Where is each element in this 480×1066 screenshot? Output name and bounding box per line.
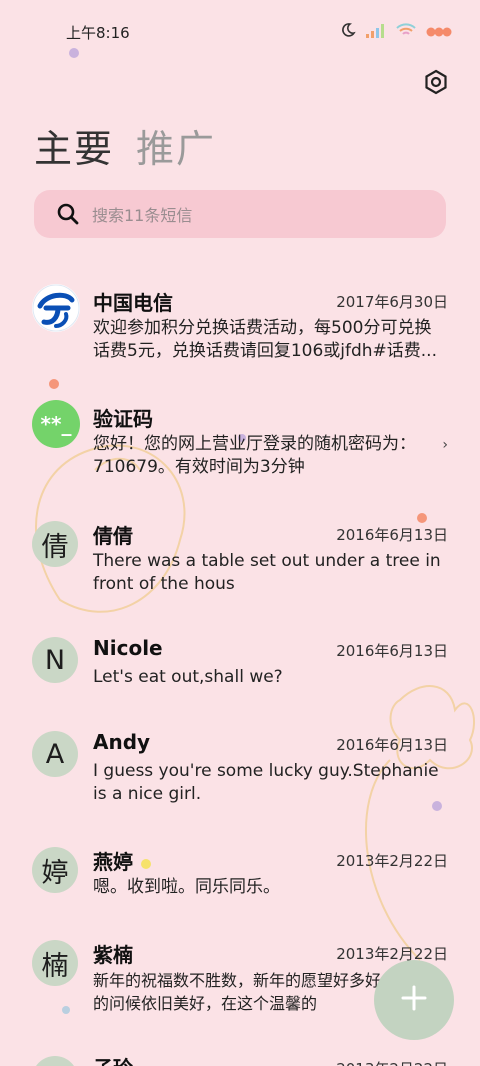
search-placeholder: 搜索11条短信	[92, 206, 193, 225]
message-preview: Let's eat out,shall we?	[93, 667, 283, 687]
contact-name: 燕婷	[93, 850, 133, 874]
contact-name: 紫楠	[93, 943, 133, 967]
message-date: 2016年6月13日	[336, 526, 448, 544]
plus-icon	[400, 984, 428, 1016]
new-message-button[interactable]	[374, 960, 454, 1040]
message-preview: I guess you're some lucky guy.Stephanie …	[93, 761, 439, 804]
search-icon	[56, 202, 80, 226]
contact-name: 中国电信	[93, 291, 173, 315]
avatar: N	[32, 637, 78, 683]
avatar: **_	[32, 400, 80, 448]
china-telecom-logo	[32, 284, 80, 332]
message-date: 2013年2月22日	[336, 1058, 448, 1066]
conversation-row[interactable]: **_ 验证码 › 您好！您的网上营业厅登录的随机密码为：710679。有效时间…	[0, 400, 480, 490]
avatar: 楠	[32, 940, 78, 986]
settings-icon	[422, 69, 450, 100]
search-bar[interactable]: 搜索11条短信	[34, 190, 446, 238]
contact-name: 倩倩	[93, 524, 133, 548]
message-date: 2013年2月22日	[336, 945, 448, 963]
status-icons	[340, 22, 452, 42]
conversation-row[interactable]: 玲 子玲 2013年2月22日	[0, 1050, 480, 1066]
settings-button[interactable]	[422, 68, 450, 96]
tab-promotions[interactable]: 推广	[136, 118, 216, 173]
contact-name: Nicole	[93, 636, 163, 660]
tab-bar: 主要 推广	[34, 118, 216, 173]
message-date: 2013年2月22日	[336, 852, 448, 870]
conversation-row[interactable]: N Nicole 2016年6月13日 Let's eat out,shall …	[0, 633, 480, 703]
avatar: 婷	[32, 847, 78, 893]
avatar: 玲	[32, 1056, 78, 1066]
avatar: A	[32, 731, 78, 777]
status-bar: 上午8:16	[0, 0, 480, 60]
tab-primary[interactable]: 主要	[34, 118, 114, 173]
message-date: 2016年6月13日	[336, 736, 448, 754]
message-preview: 嗯。收到啦。同乐同乐。	[93, 877, 280, 897]
avatar: 倩	[32, 521, 78, 567]
contact-name: Andy	[93, 730, 151, 754]
conversation-row[interactable]: 婷 燕婷 2013年2月22日 嗯。收到啦。同乐同乐。	[0, 843, 480, 913]
message-date: 2016年6月13日	[336, 642, 448, 660]
moon-icon	[340, 22, 356, 42]
message-preview: 欢迎参加积分兑换话费活动，每500分可兑换话费5元，兑换话费请回复106或jfd…	[93, 318, 437, 361]
contact-name: 验证码	[93, 407, 153, 431]
conversation-row[interactable]: 倩 倩倩 2016年6月13日 There was a table set ou…	[0, 517, 480, 607]
conversation-row[interactable]: A Andy 2016年6月13日 I guess you're some lu…	[0, 727, 480, 817]
signal-icon	[366, 23, 386, 42]
message-preview: 您好！您的网上营业厅登录的随机密码为：710679。有效时间为3分钟	[93, 434, 416, 477]
conversation-row[interactable]: 中国电信 2017年6月30日 欢迎参加积分兑换话费活动，每500分可兑换话费5…	[0, 284, 480, 374]
wifi-icon	[396, 22, 416, 42]
contact-name: 子玲	[93, 1052, 133, 1066]
message-preview: There was a table set out under a tree i…	[93, 551, 441, 594]
status-time: 上午8:16	[66, 24, 130, 42]
battery-icon	[426, 23, 452, 42]
message-date: 2017年6月30日	[336, 293, 448, 311]
